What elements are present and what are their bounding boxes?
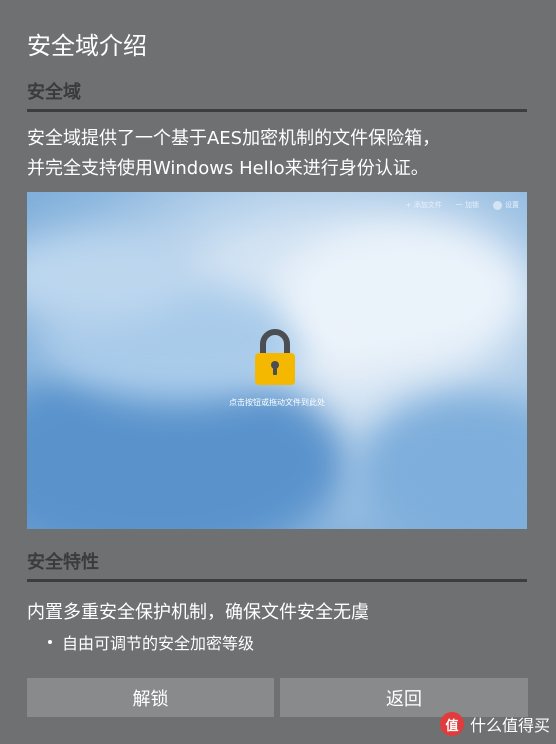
features-text: 内置多重安全保护机制，确保文件安全无虞: [27, 602, 369, 623]
list-item-label: 自由可调节的安全加密等级: [62, 634, 255, 653]
watermark-text: 什么值得买: [469, 716, 550, 735]
section-heading-security-domain: 安全域: [27, 82, 81, 103]
bullet-icon: [48, 640, 52, 644]
watermark: 值 什么值得买: [439, 712, 550, 736]
dialog-title: 安全域介绍: [27, 32, 147, 60]
preview-settings: 设置: [493, 200, 519, 210]
lock-icon: [255, 329, 295, 385]
description-line-1: 安全域提供了一个基于AES加密机制的文件保险箱，: [27, 128, 441, 149]
preview-image: + 添加文件 一 加锁 设置 点击按钮或拖动文件到此处: [27, 192, 527, 529]
preview-add-file: + 添加文件: [405, 201, 442, 209]
watermark-logo: 值: [439, 712, 464, 736]
unlock-button[interactable]: 解锁: [27, 678, 274, 717]
section-divider: [27, 109, 527, 112]
preview-lock: 一 加锁: [455, 201, 479, 209]
section-heading-security-features: 安全特性: [27, 552, 99, 573]
preview-toolbar: + 添加文件 一 加锁 设置: [406, 200, 519, 210]
preview-hint: 点击按钮或拖动文件到此处: [229, 398, 325, 407]
list-item: 自由可调节的安全加密等级: [48, 630, 254, 654]
description-line-2: 并完全支持使用Windows Hello来进行身份认证。: [27, 158, 429, 179]
preview-settings-label: 设置: [505, 201, 519, 209]
section-divider: [27, 579, 527, 582]
gear-icon: [493, 200, 502, 210]
description: 安全域提供了一个基于AES加密机制的文件保险箱， 并完全支持使用Windows …: [27, 124, 537, 184]
